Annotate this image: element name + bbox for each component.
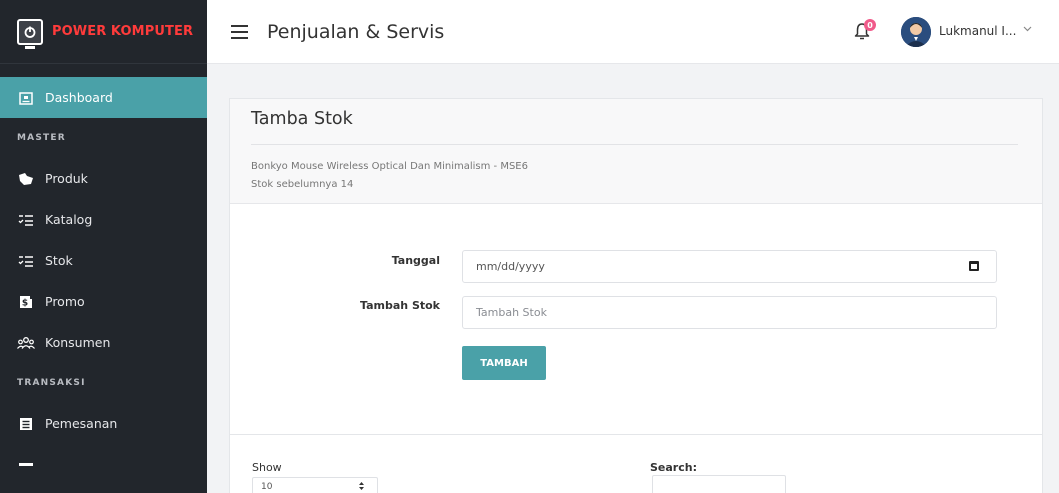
sidebar-item-produk[interactable]: Produk: [0, 158, 207, 199]
notification-badge: 0: [864, 19, 876, 31]
sidebar-item-stok[interactable]: Stok: [0, 240, 207, 281]
sidebar-heading-transaksi: TRANSAKSI: [17, 378, 86, 388]
minus-icon: [17, 456, 35, 474]
document-icon: [17, 415, 35, 433]
entries-select[interactable]: 10: [252, 477, 378, 493]
search-input[interactable]: [652, 475, 786, 493]
users-icon: [17, 334, 35, 352]
brand[interactable]: POWER KOMPUTER: [0, 0, 207, 64]
sidebar-item-label: Dashboard: [45, 90, 113, 105]
search-label: Search:: [650, 461, 697, 474]
power-logo-icon: [17, 18, 43, 49]
previous-stock: Stok sebelumnya 14: [251, 179, 354, 190]
topbar: Penjualan & Servis 0 Lukmanul I...: [207, 0, 1059, 64]
checklist-icon: [17, 211, 35, 229]
date-value: mm/dd/yyyy: [476, 260, 545, 273]
add-stock-form: Tanggal mm/dd/yyyy Tambah Stok Tambah St…: [230, 204, 1042, 436]
date-label: Tanggal: [391, 254, 440, 267]
sidebar-item-promo[interactable]: $ Promo: [0, 281, 207, 322]
product-icon: [17, 170, 35, 188]
sidebar-item-label: Promo: [45, 294, 85, 309]
calendar-icon[interactable]: [969, 261, 979, 271]
add-stock-card: Tamba Stok Bonkyo Mouse Wireless Optical…: [229, 98, 1043, 437]
sidebar-item-dashboard[interactable]: Dashboard: [0, 77, 207, 118]
sidebar-item-pemesanan[interactable]: Pemesanan: [0, 403, 207, 444]
sidebar-item-label: Produk: [45, 171, 88, 186]
table-card: Show 10 Search:: [229, 434, 1043, 493]
sidebar-item-label: Katalog: [45, 212, 93, 227]
sidebar-item-label: Stok: [45, 253, 73, 268]
sidebar-item-katalog[interactable]: Katalog: [0, 199, 207, 240]
card-header: Tamba Stok Bonkyo Mouse Wireless Optical…: [230, 99, 1042, 204]
chevron-down-icon[interactable]: [1023, 25, 1032, 35]
date-field[interactable]: mm/dd/yyyy: [462, 250, 997, 283]
dashboard-icon: [17, 89, 35, 107]
user-name[interactable]: Lukmanul I...: [939, 24, 1016, 38]
entries-select-value: 10: [261, 482, 273, 492]
stock-input[interactable]: Tambah Stok: [462, 296, 997, 329]
brand-name: POWER KOMPUTER: [52, 24, 194, 39]
submit-button[interactable]: TAMBAH: [462, 346, 546, 380]
select-arrows-icon: [358, 481, 365, 493]
avatar[interactable]: [901, 17, 931, 47]
page-title: Penjualan & Servis: [267, 20, 445, 43]
sidebar-item-more[interactable]: [0, 444, 207, 485]
dollar-icon: $: [17, 293, 35, 311]
checklist-icon: [17, 252, 35, 270]
sidebar: POWER KOMPUTER Dashboard MASTER Produk K…: [0, 0, 207, 493]
product-name: Bonkyo Mouse Wireless Optical Dan Minima…: [251, 161, 528, 172]
sidebar-item-label: Konsumen: [45, 335, 111, 350]
sidebar-item-konsumen[interactable]: Konsumen: [0, 322, 207, 363]
stock-placeholder: Tambah Stok: [476, 306, 547, 319]
sidebar-item-label: Pemesanan: [45, 416, 118, 431]
svg-text:$: $: [22, 298, 28, 308]
show-entries-label: Show: [252, 461, 282, 474]
sidebar-heading-master: MASTER: [17, 133, 66, 143]
notification-bell-icon[interactable]: 0: [854, 19, 876, 42]
card-title: Tamba Stok: [251, 109, 353, 129]
divider: [251, 144, 1018, 145]
stock-label: Tambah Stok: [360, 299, 440, 312]
menu-toggle-icon[interactable]: [231, 24, 248, 39]
